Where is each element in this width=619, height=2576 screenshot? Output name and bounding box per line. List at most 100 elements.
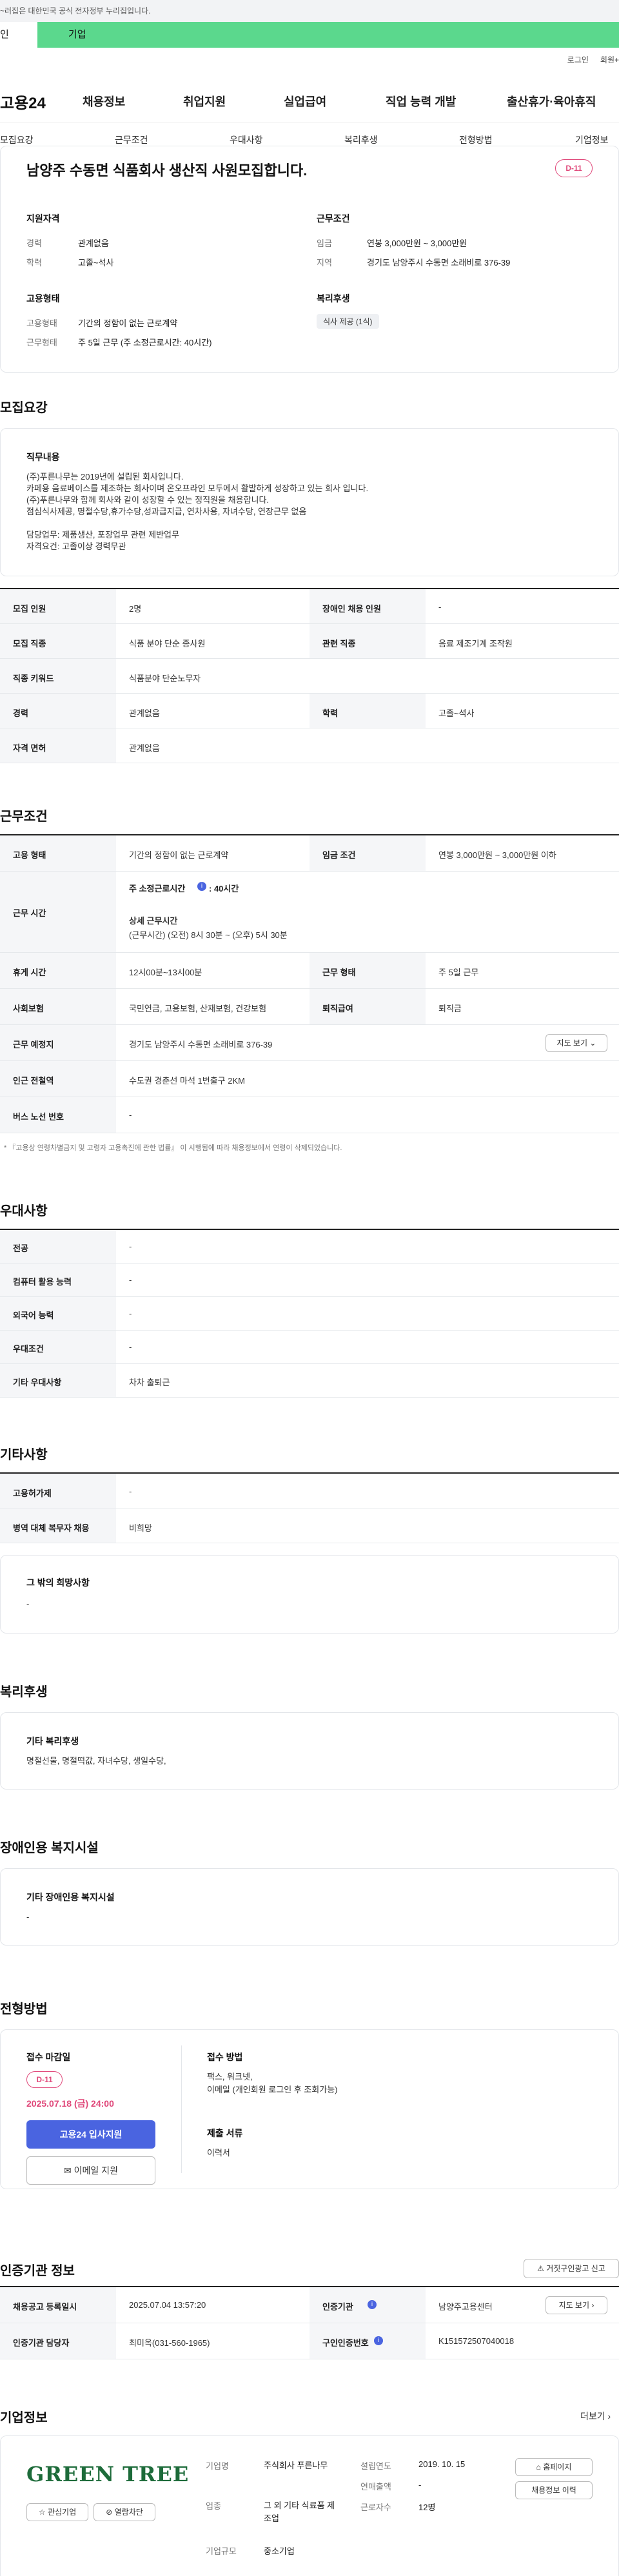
row-value: 주 5일 근무 [438,968,479,977]
job-history-button[interactable]: 채용정보 이력 [515,2481,593,2499]
qual-title: 지원자격 [26,213,60,224]
disabled-section-title: 장애인용 복지시설 [0,1841,99,1855]
subnav-preference[interactable]: 우대사항 [230,133,263,146]
interest-company-button[interactable]: ☆ 관심기업 [26,2503,88,2521]
selection-section-title: 전형방법 [0,2002,48,2016]
row-key: 모집 직종 [13,639,46,649]
subnav-selection[interactable]: 전형방법 [459,133,493,146]
institution-map-label: 지도 보기 [558,2301,590,2310]
employees-label: 근로자수 [360,2503,391,2512]
nav-vocational-training[interactable]: 직업 능력 개발 [386,93,456,110]
welfare-title: 복리후생 [317,293,350,304]
welfare-box-title: 기타 복리후생 [26,1736,79,1746]
row-key: 컴퓨터 활용 능력 [13,1277,72,1287]
info-icon[interactable]: i [197,882,206,891]
row-value: 2명 [129,604,142,614]
age-law-note: * 『고용상 연령차별금지 및 고령자 고용촉진에 관한 법률』 이 시행됨에 … [4,1144,342,1152]
table-row: 고용 형태 기간의 정함이 없는 근로계약 임금 조건 연봉 3,000만원 ~ 3… [0,835,619,872]
hope-title: 그 밖의 희망사항 [26,1577,90,1588]
subnav-company[interactable]: 기업정보 [575,133,609,146]
info-icon[interactable]: i [374,2336,383,2345]
employ-type-value: 기간의 정함이 없는 근로계약 [78,318,178,328]
row-value: - [129,1110,132,1120]
detail-hours-label: 상세 근무시간 [129,916,178,926]
row-key: 임금 조건 [322,850,356,860]
subnav-recruit[interactable]: 모집요강 [0,133,34,146]
row-value: 2025.07.04 13:57:20 [129,2300,206,2310]
sales-value: - [418,2480,422,2490]
map-button[interactable]: 지도 보기 ⌄ [545,1034,607,1052]
nav-employment-support[interactable]: 취업지원 [183,93,226,110]
subnav-conditions[interactable]: 근무조건 [115,133,148,146]
hope-box: 그 밖의 희망사항 - [0,1555,619,1634]
email-apply-button[interactable]: ✉ 이메일 지원 [26,2156,155,2185]
disabled-box-title: 기타 장애인용 복지시설 [26,1892,115,1902]
row-key: 장애인 채용 인원 [322,604,381,614]
career-value: 관계없음 [78,239,109,248]
table-row: 채용공고 등록일시 2025.07.04 13:57:20 인증기관 i 남양주고… [0,2287,619,2323]
row-key: 인증기관 [322,2302,353,2312]
company-size-value: 중소기업 [264,2546,295,2556]
subnav-welfare[interactable]: 복리후생 [344,133,378,146]
row-value: - [129,1342,132,1352]
employees-value: 12명 [418,2503,436,2512]
chevron-right-icon: › [591,2301,594,2310]
row-key: 퇴직급여 [322,1004,353,1013]
info-icon[interactable]: i [368,2300,377,2309]
est-year-label: 설립연도 [360,2461,391,2471]
nav-unemployment-benefit[interactable]: 실업급여 [284,93,326,110]
login-link[interactable]: 로그인 [567,55,589,64]
work-title: 근무조건 [317,213,350,224]
company-more-link[interactable]: 더보기 › [580,2410,611,2423]
row-key: 인증기관 담당자 [13,2338,70,2348]
row-key: 학력 [322,708,338,718]
area-value: 경기도 남양주시 수동면 소래비로 376-39 [367,258,511,268]
tab-corp[interactable]: 기업 [37,22,619,48]
recruit-section-title: 모집요강 [0,401,48,415]
row-key: 채용공고 등록일시 [13,2302,77,2312]
wage-label: 임금 [317,239,332,248]
row-key: 관련 직종 [322,639,356,649]
nav-job-info[interactable]: 채용정보 [83,93,125,110]
row-key: 근무 형태 [322,968,356,977]
company-card: GREEN TREE ☆ 관심기업 ⊘ 열람차단 기업명 주식회사 푸른나무 업… [0,2435,619,2576]
institution-map-button[interactable]: 지도 보기 › [545,2296,607,2314]
divider [181,2045,182,2173]
row-value: K151572507040018 [438,2336,515,2346]
row-value: 12시00분~13시00분 [129,968,202,977]
user-type-tabs: 인 기업 [0,22,619,48]
apply-button[interactable]: 고용24 입사지원 [26,2120,155,2149]
nav-parental-leave[interactable]: 출산휴가·육아휴직 [507,93,596,110]
row-value: 식품 분야 단순 종사원 [129,639,206,649]
table-row: 전공 - [0,1230,619,1264]
star-icon: ☆ [38,2508,46,2517]
row-value: 퇴직금 [438,1004,462,1013]
email-apply-label: 이메일 지원 [74,2165,118,2176]
homepage-label: 홈페이지 [543,2463,572,2472]
block-view-button[interactable]: ⊘ 열람차단 [93,2503,155,2521]
false-ad-report-button[interactable]: ⚠ 거짓구인광고 신고 [524,2259,619,2278]
row-key: 병역 대체 복무자 채용 [13,1523,90,1533]
site-logo[interactable]: 고용24 [0,90,46,113]
block-view-label: 열람차단 [114,2508,143,2517]
join-link[interactable]: 회원+ [600,55,619,64]
welfare-box: 기타 복리후생 명절선물, 명절떡값, 자녀수당, 생일수당, [0,1712,619,1790]
duty-line: 자격요건: 고졸이상 경력무관 [26,542,126,551]
row-key: 자격 면허 [13,743,46,753]
row-key: 구인인증번호 [322,2338,369,2348]
company-name-label: 기업명 [206,2461,229,2471]
row-key: 사회보험 [13,1004,44,1013]
weekly-hours-label: 주 소정근로시간 [129,884,186,893]
row-value: 연봉 3,000만원 ~ 3,000만원 이하 [438,850,556,860]
row-value: 최미옥(031-560-1965) [129,2338,210,2348]
row-value: 관계없음 [129,743,160,753]
row-key: 근무 예정지 [13,1040,54,1049]
dday-badge: D-11 [555,159,593,177]
homepage-button[interactable]: ⌂ 홈페이지 [515,2458,593,2476]
industry-label: 업종 [206,2501,221,2511]
duty-line: (주)푸른나무와 함께 회사와 같이 성장할 수 있는 정직원을 채용합니다. [26,495,270,505]
weekly-hours-value: : 40시간 [209,884,239,893]
disabled-box-value: - [26,1912,30,1922]
method-value-2: 이메일 (개인회원 로그인 후 조회가능) [207,2085,338,2094]
deadline-date: 2025.07.18 (금) 24:00 [26,2098,114,2109]
